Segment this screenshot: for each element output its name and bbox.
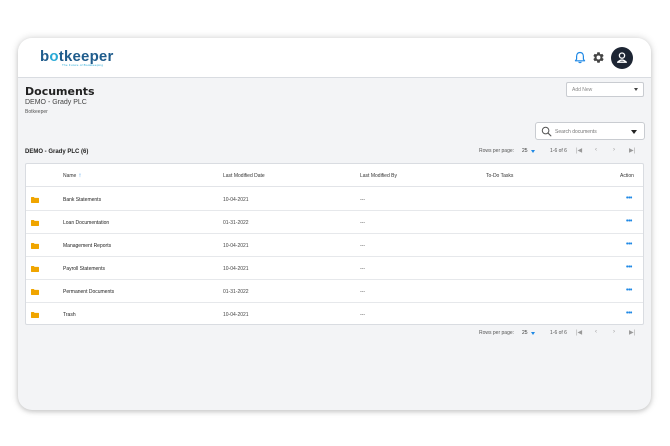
- column-name[interactable]: Name ↑: [63, 173, 81, 179]
- search-box[interactable]: [535, 122, 645, 140]
- last-modified-by: ---: [360, 289, 365, 295]
- document-name[interactable]: Permanent Documents: [63, 289, 114, 295]
- column-modified-by[interactable]: Last Modified By: [360, 173, 397, 179]
- last-modified-date: 01-31-2022: [223, 289, 249, 295]
- last-modified-by: ---: [360, 243, 365, 249]
- add-new-label: Add New: [572, 87, 593, 93]
- last-page-button[interactable]: ▶|: [629, 329, 635, 336]
- last-modified-by: ---: [360, 220, 365, 226]
- folder-icon: [31, 266, 39, 272]
- chevron-down-icon: [634, 88, 638, 91]
- table-header: Name ↑ Last Modified Date Last Modified B…: [26, 164, 643, 187]
- sort-ascending-icon[interactable]: ↑: [78, 173, 81, 179]
- rows-per-page-label: Rows per page:: [479, 330, 515, 336]
- folder-icon: [31, 289, 39, 295]
- pagination-range: 1-6 of 6: [550, 330, 567, 336]
- document-name[interactable]: Trash: [63, 312, 76, 318]
- column-todo-tasks[interactable]: To-Do Tasks: [486, 173, 513, 179]
- logo-tagline: The Future of Bookkeeping: [62, 63, 104, 67]
- add-new-dropdown[interactable]: Add New: [566, 82, 644, 97]
- table-row[interactable]: Bank Statements 10-04-2021 --- •••: [26, 188, 643, 211]
- row-actions-button[interactable]: •••: [626, 310, 632, 317]
- user-avatar[interactable]: [611, 47, 633, 69]
- pagination-range: 1-6 of 6: [550, 148, 567, 154]
- top-bar: botkeeper The Future of Bookkeeping: [18, 38, 651, 78]
- document-name[interactable]: Bank Statements: [63, 197, 101, 203]
- user-icon: [616, 52, 628, 63]
- chevron-down-icon[interactable]: [531, 332, 535, 335]
- last-page-button[interactable]: ▶|: [629, 147, 635, 154]
- pagination-bottom: Rows per page: 25 1-6 of 6 |◀ ‹ › ▶|: [479, 329, 644, 339]
- last-modified-date: 10-04-2021: [223, 312, 249, 318]
- pagination-top: Rows per page: 25 1-6 of 6 |◀ ‹ › ▶|: [479, 147, 644, 157]
- first-page-button[interactable]: |◀: [576, 329, 582, 336]
- row-actions-button[interactable]: •••: [626, 195, 632, 202]
- search-icon: [541, 126, 552, 137]
- row-actions-button[interactable]: •••: [626, 218, 632, 225]
- section-title: DEMO - Grady PLC (6): [25, 149, 89, 155]
- gear-icon[interactable]: [592, 51, 605, 64]
- last-modified-by: ---: [360, 266, 365, 272]
- document-name[interactable]: Management Reports: [63, 243, 111, 249]
- last-modified-date: 10-04-2021: [223, 243, 249, 249]
- table-row[interactable]: Permanent Documents 01-31-2022 --- •••: [26, 280, 643, 303]
- page-title: Documents: [25, 85, 95, 98]
- first-page-button[interactable]: |◀: [576, 147, 582, 154]
- search-input[interactable]: [555, 127, 625, 136]
- botkeeper-logo[interactable]: botkeeper The Future of Bookkeeping: [40, 48, 114, 67]
- row-actions-button[interactable]: •••: [626, 264, 632, 271]
- row-actions-button[interactable]: •••: [626, 241, 632, 248]
- table-row[interactable]: Loan Documentation 01-31-2022 --- •••: [26, 211, 643, 234]
- folder-icon: [31, 243, 39, 249]
- next-page-button[interactable]: ›: [613, 147, 615, 153]
- chevron-down-icon[interactable]: [531, 150, 535, 153]
- table-row[interactable]: Management Reports 10-04-2021 --- •••: [26, 234, 643, 257]
- last-modified-by: ---: [360, 197, 365, 203]
- column-name-label: Name: [63, 173, 77, 179]
- app-window: botkeeper The Future of Bookkeeping Docu…: [18, 38, 651, 410]
- last-modified-date: 01-31-2022: [223, 220, 249, 226]
- last-modified-by: ---: [360, 312, 365, 318]
- table-row[interactable]: Payroll Statements 10-04-2021 --- •••: [26, 257, 643, 280]
- prev-page-button[interactable]: ‹: [595, 329, 597, 335]
- rows-per-page-label: Rows per page:: [479, 148, 515, 154]
- search-dropdown-caret-icon[interactable]: [631, 130, 637, 134]
- documents-table: Name ↑ Last Modified Date Last Modified B…: [25, 163, 644, 325]
- table-row[interactable]: Trash 10-04-2021 --- •••: [26, 303, 643, 326]
- client-name: DEMO - Grady PLC: [25, 99, 87, 106]
- rows-per-page-select[interactable]: 25: [522, 330, 528, 336]
- column-modified-date[interactable]: Last Modified Date: [223, 173, 265, 179]
- logo-o: o: [49, 48, 59, 65]
- column-action: Action: [620, 173, 634, 179]
- bell-icon[interactable]: [574, 51, 586, 64]
- folder-icon: [31, 197, 39, 203]
- document-name[interactable]: Loan Documentation: [63, 220, 109, 226]
- next-page-button[interactable]: ›: [613, 329, 615, 335]
- rows-per-page-select[interactable]: 25: [522, 148, 528, 154]
- row-actions-button[interactable]: •••: [626, 287, 632, 294]
- folder-icon: [31, 220, 39, 226]
- last-modified-date: 10-04-2021: [223, 266, 249, 272]
- logo-prefix: b: [40, 48, 50, 65]
- company-name: Botkeeper: [25, 109, 48, 115]
- last-modified-date: 10-04-2021: [223, 197, 249, 203]
- folder-icon: [31, 312, 39, 318]
- prev-page-button[interactable]: ‹: [595, 147, 597, 153]
- document-name[interactable]: Payroll Statements: [63, 266, 105, 272]
